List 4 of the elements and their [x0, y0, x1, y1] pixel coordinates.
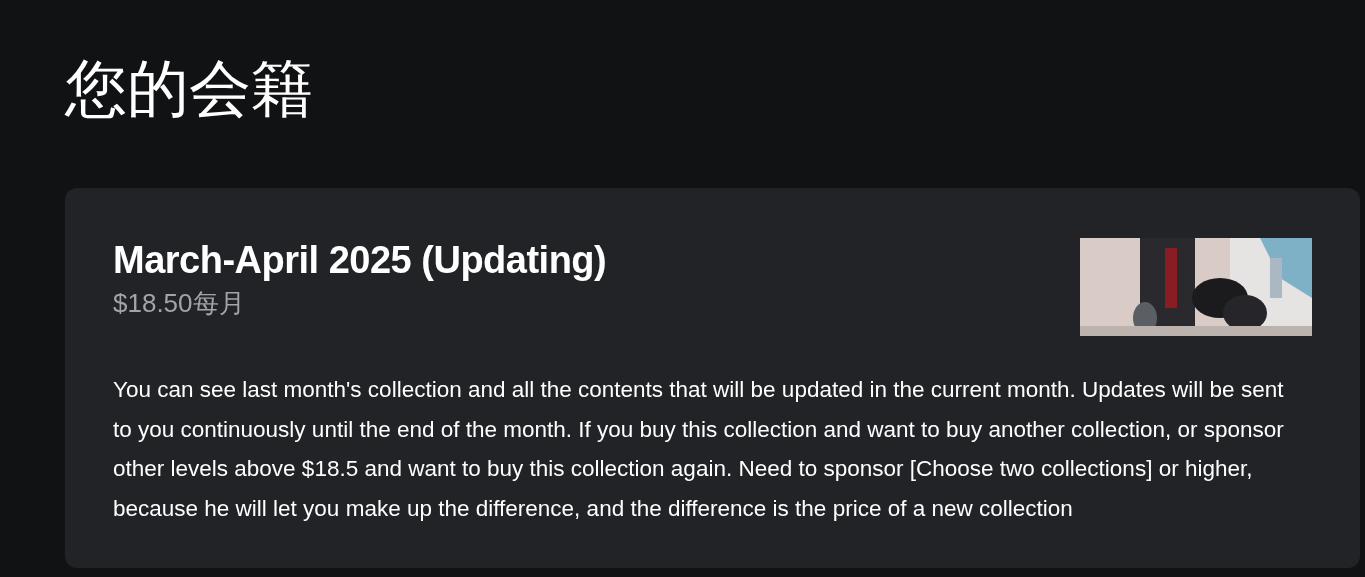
page-title: 您的会籍	[65, 53, 314, 125]
membership-description: You can see last month's collection and all the contents that will be updated in the current month. Updates will be sent to you continuously until the end of the month. If you buy this collection and want to buy another collection, or sponsor other levels above $18.5 and want to buy this collection again. Need to sponsor [Choose two collections] or higher, because he will let you make up the difference, and the difference is the price of a new collection	[113, 376, 1285, 523]
membership-price: $18.50每月	[113, 287, 246, 320]
membership-name: March-April 2025 (Updating)	[113, 238, 607, 284]
